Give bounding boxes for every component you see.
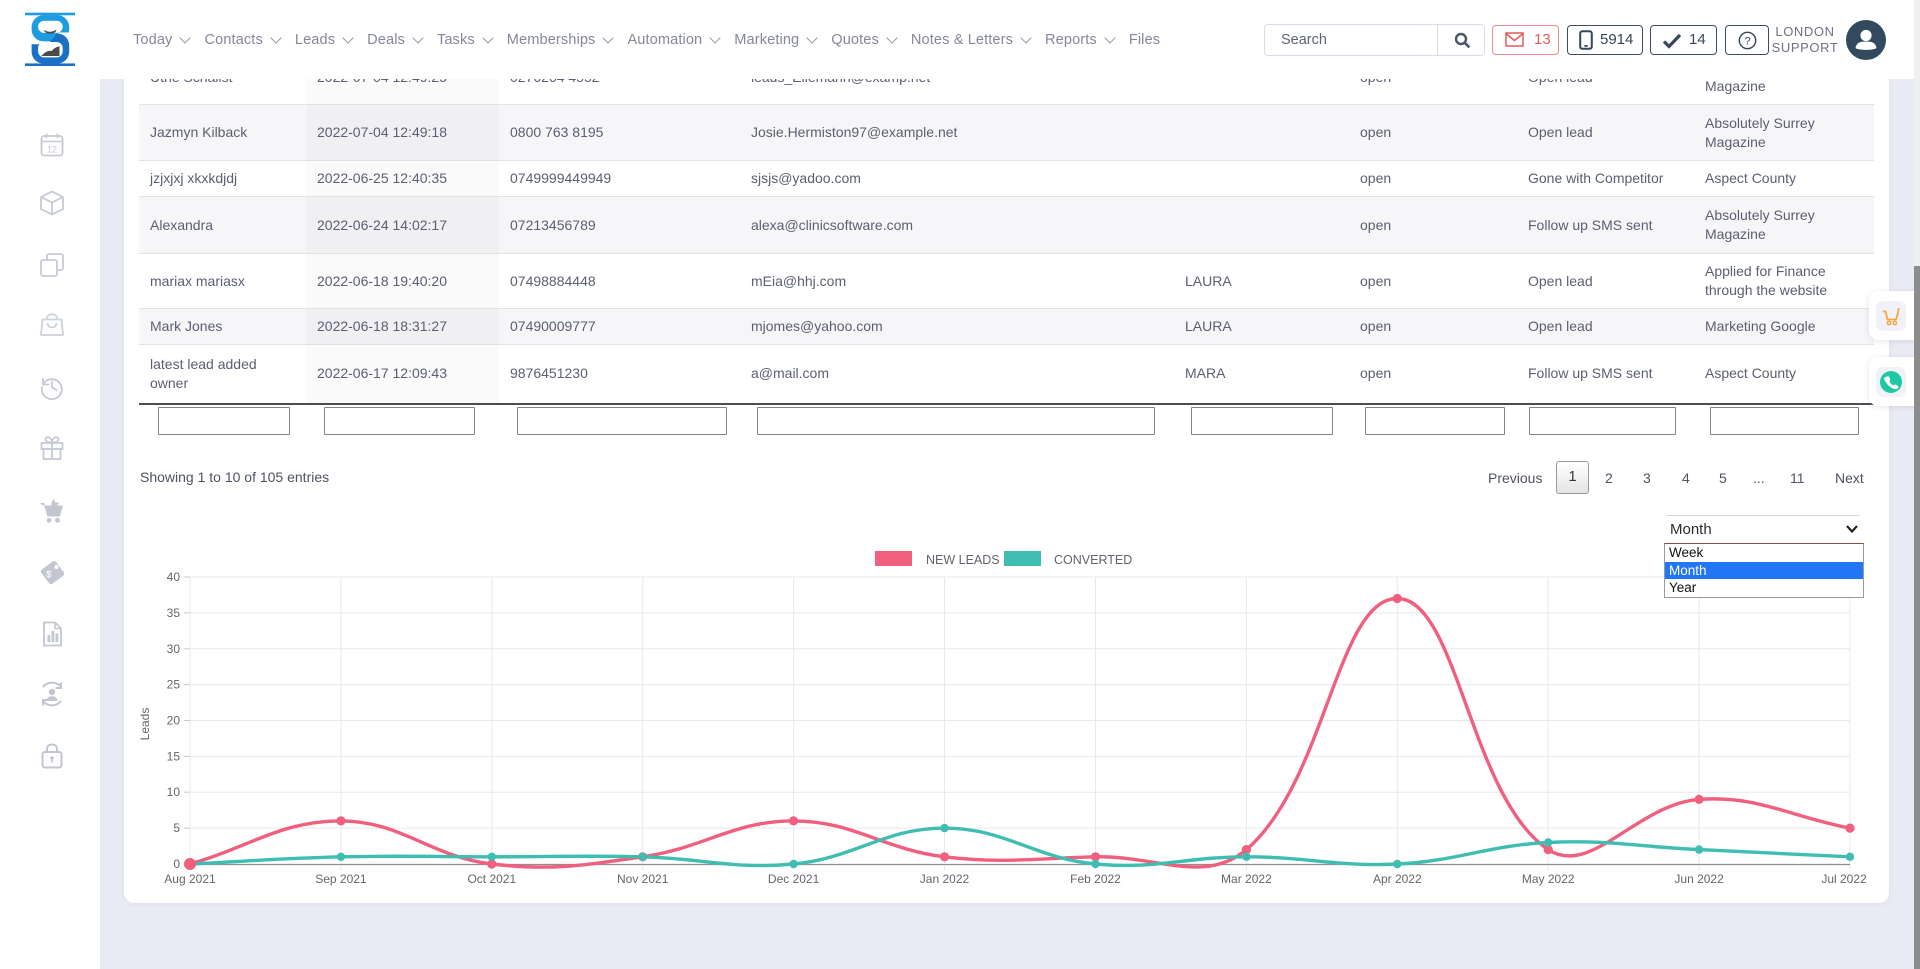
svg-text:25: 25 — [167, 678, 181, 692]
svg-text:May 2022: May 2022 — [1522, 872, 1575, 886]
svg-text:Mar 2022: Mar 2022 — [1221, 872, 1272, 886]
svg-text:Sep 2021: Sep 2021 — [315, 872, 367, 886]
svg-text:20: 20 — [167, 714, 181, 728]
svg-text:Dec 2021: Dec 2021 — [768, 872, 820, 886]
svg-text:Oct 2021: Oct 2021 — [467, 872, 516, 886]
svg-text:Aug 2021: Aug 2021 — [164, 872, 216, 886]
svg-text:Nov 2021: Nov 2021 — [617, 872, 669, 886]
svg-text:30: 30 — [167, 642, 181, 656]
svg-text:Jul 2022: Jul 2022 — [1821, 872, 1867, 886]
svg-text:35: 35 — [167, 606, 181, 620]
svg-text:5: 5 — [173, 821, 180, 835]
svg-text:NEW LEADS: NEW LEADS — [926, 553, 1000, 567]
svg-text:10: 10 — [167, 785, 181, 799]
svg-text:Leads: Leads — [139, 708, 152, 741]
svg-text:15: 15 — [167, 749, 181, 763]
svg-text:?: ? — [1744, 36, 1750, 48]
svg-text:Jan 2022: Jan 2022 — [920, 872, 970, 886]
svg-text:Jun 2022: Jun 2022 — [1674, 872, 1724, 886]
svg-text:Apr 2022: Apr 2022 — [1373, 872, 1422, 886]
svg-text:12: 12 — [47, 145, 57, 155]
svg-text:0: 0 — [173, 857, 180, 871]
svg-text:40: 40 — [167, 570, 181, 584]
svg-text:Feb 2022: Feb 2022 — [1070, 872, 1121, 886]
svg-text:CONVERTED: CONVERTED — [1054, 553, 1132, 567]
